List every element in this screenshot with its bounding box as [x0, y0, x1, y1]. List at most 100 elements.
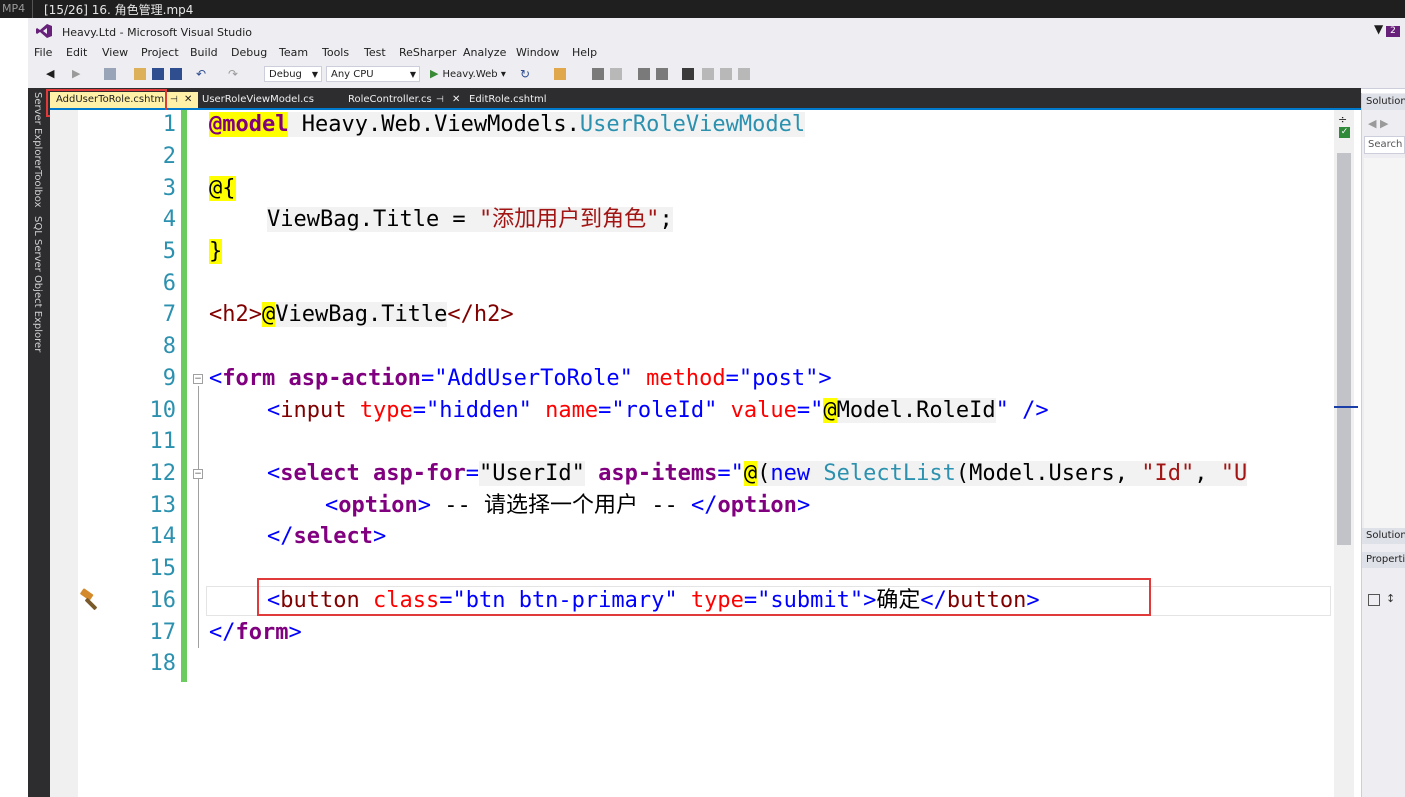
- configuration-select[interactable]: Debug ▼: [264, 66, 322, 82]
- collapse-select-icon[interactable]: −: [193, 469, 203, 479]
- gt: >: [796, 493, 811, 518]
- select-close-tag: select: [293, 524, 373, 549]
- save-icon[interactable]: [152, 68, 164, 80]
- code-line-1: @model Heavy.Web.ViewModels.UserRoleView…: [209, 109, 806, 141]
- tab-label: RoleController.cs: [348, 94, 432, 105]
- menu-project[interactable]: Project: [141, 46, 179, 59]
- open-file-icon[interactable]: [134, 68, 146, 80]
- tab-rolecontroller[interactable]: RoleController.cs ⊣ ✕: [342, 92, 466, 108]
- menu-team[interactable]: Team: [279, 46, 308, 59]
- tab-editrole[interactable]: EditRole.cshtml: [463, 92, 575, 108]
- solution-tree[interactable]: [1364, 158, 1405, 528]
- asp-action-value: "AddUserToRole": [434, 366, 633, 391]
- save-all-icon[interactable]: [170, 68, 182, 80]
- line-number: 1: [162, 112, 176, 137]
- title-string: "添加用户到角色": [478, 207, 660, 232]
- semicolon: ;: [659, 207, 673, 232]
- collapse-form-icon[interactable]: −: [193, 374, 203, 384]
- undo-icon[interactable]: ↶: [196, 68, 208, 80]
- id-string: "Id": [1141, 461, 1195, 486]
- menu-view[interactable]: View: [102, 46, 128, 59]
- pin-icon[interactable]: ⊣: [436, 92, 444, 108]
- menu-resharper[interactable]: ReSharper: [399, 46, 456, 59]
- tab-userroleviewmodel[interactable]: UserRoleViewModel.cs: [196, 92, 346, 108]
- notification-badge[interactable]: 2: [1386, 26, 1400, 37]
- sql-server-object-explorer-tab[interactable]: SQL Server Object Explorer: [32, 216, 43, 352]
- media-format: MP4: [2, 2, 26, 15]
- toolbox-tab[interactable]: Toolbox: [32, 170, 43, 208]
- eq: =: [598, 398, 612, 423]
- menu-analyze[interactable]: Analyze: [463, 46, 506, 59]
- lt: <: [267, 461, 281, 486]
- method-value: "post": [738, 366, 819, 391]
- space: [810, 461, 824, 486]
- split-editor-icon[interactable]: ÷: [1338, 113, 1347, 126]
- bookmark-icon[interactable]: [682, 68, 694, 80]
- menu-tools[interactable]: Tools: [322, 46, 349, 59]
- line-number: 12: [149, 461, 177, 486]
- selectlist-args: (Model.Users,: [955, 461, 1142, 486]
- lt: <: [325, 493, 339, 518]
- start-debugging-button[interactable]: ▶ Heavy.Web ▾: [430, 66, 506, 83]
- code-line-12: <select asp-for="UserId" asp-items="@(ne…: [267, 458, 1248, 490]
- refresh-icon[interactable]: ↻: [520, 68, 532, 80]
- alphabetical-icon[interactable]: ↕: [1386, 592, 1395, 605]
- razor-at: @: [261, 302, 276, 327]
- navigate-back-icon[interactable]: ◀: [46, 68, 58, 80]
- navigate-forward-icon[interactable]: ▶: [72, 68, 84, 80]
- prev-bookmark-icon[interactable]: [702, 68, 714, 80]
- code-editor[interactable]: [50, 110, 1334, 797]
- properties-toolbar: ↕: [1364, 592, 1405, 610]
- solution-explorer-footer-tab[interactable]: Solution Explorer: [1362, 528, 1405, 544]
- platform-select[interactable]: Any CPU ▼: [326, 66, 420, 82]
- media-title-bar: MP4 [15/26] 16. 角色管理.mp4: [0, 0, 1405, 18]
- solution-search-input[interactable]: Search Solution Explorer: [1364, 136, 1405, 154]
- form-close-tag: form: [235, 620, 289, 645]
- quote: ": [810, 398, 824, 423]
- uncomment-icon[interactable]: [656, 68, 668, 80]
- close-icon[interactable]: ✕: [184, 92, 192, 108]
- menu-window[interactable]: Window: [516, 46, 559, 59]
- method-attr: method: [632, 366, 726, 391]
- close-brace: }: [209, 239, 223, 264]
- viewbag-expr: ViewBag.Title: [275, 302, 448, 327]
- menu-file[interactable]: File: [34, 46, 52, 59]
- gt: >: [372, 524, 387, 549]
- menu-test[interactable]: Test: [364, 46, 386, 59]
- categorized-icon[interactable]: [1368, 594, 1380, 606]
- asp-for-attr: asp-for: [359, 461, 466, 486]
- menu-build[interactable]: Build: [190, 46, 218, 59]
- selectlist-type: SelectList: [823, 461, 956, 486]
- eq: =: [420, 366, 435, 391]
- redo-icon[interactable]: ↷: [228, 68, 240, 80]
- menu-debug[interactable]: Debug: [231, 46, 267, 59]
- new-project-icon[interactable]: [104, 68, 116, 80]
- lt: </: [267, 524, 294, 549]
- server-explorer-tab[interactable]: Server Explorer: [32, 92, 43, 170]
- close-icon[interactable]: ✕: [452, 92, 460, 108]
- menu-edit[interactable]: Edit: [66, 46, 87, 59]
- code-line-7: <h2>@ViewBag.Title</h2>: [209, 299, 514, 331]
- next-bookmark-icon[interactable]: [720, 68, 732, 80]
- quote: ": [730, 461, 744, 486]
- line-number: 6: [162, 271, 176, 296]
- scrollbar-thumb[interactable]: [1337, 153, 1351, 545]
- filter-icon[interactable]: ▼: [1374, 22, 1383, 36]
- line-number: 15: [149, 556, 177, 581]
- check-icon: ✓: [1339, 127, 1350, 138]
- namespace-text: Heavy.Web.ViewModels.: [288, 112, 580, 137]
- step-over-icon[interactable]: [610, 68, 622, 80]
- line-number: 18: [149, 651, 177, 676]
- browser-link-icon[interactable]: [554, 68, 566, 80]
- code-line-3: @{: [209, 173, 236, 205]
- menu-help[interactable]: Help: [572, 46, 597, 59]
- line-number: 14: [149, 524, 177, 549]
- scroll-marker: [1334, 406, 1358, 408]
- hammer-icon[interactable]: [78, 586, 104, 612]
- pin-icon[interactable]: ⊣: [170, 92, 178, 108]
- clear-bookmarks-icon[interactable]: [738, 68, 750, 80]
- back-icon[interactable]: ◀ ▶: [1368, 117, 1388, 130]
- gt: >: [818, 366, 832, 391]
- comment-icon[interactable]: [638, 68, 650, 80]
- step-into-icon[interactable]: [592, 68, 604, 80]
